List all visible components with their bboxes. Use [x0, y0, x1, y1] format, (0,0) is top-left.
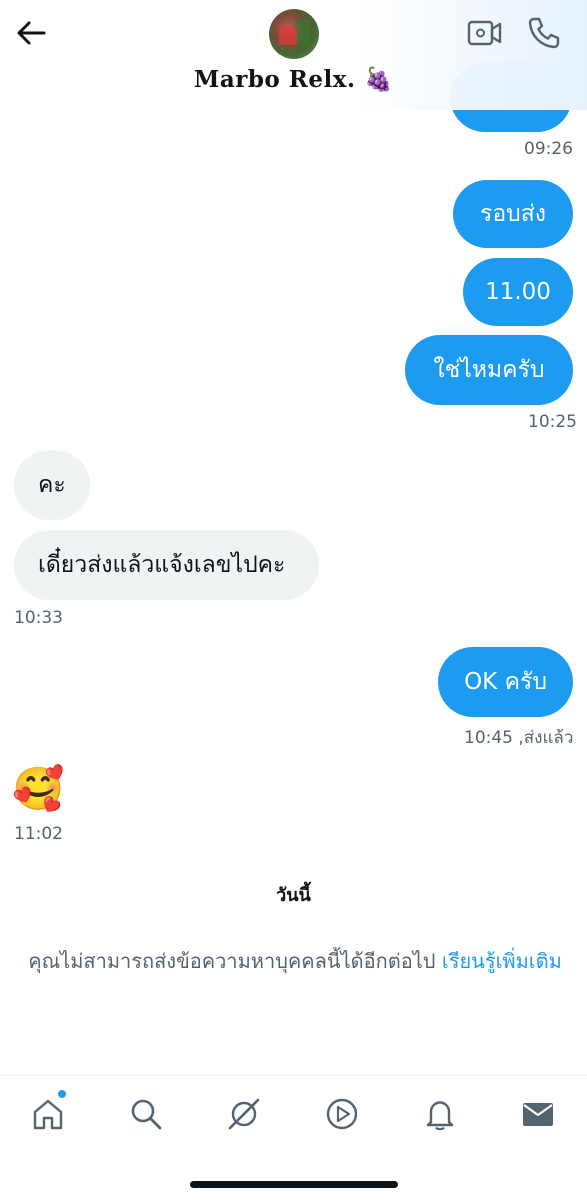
- home-icon: [33, 1099, 63, 1130]
- video-play-icon: [326, 1098, 358, 1130]
- nav-search[interactable]: [126, 1094, 166, 1134]
- date-separator: วันนี้: [276, 885, 311, 906]
- spaces-icon: [228, 1098, 260, 1130]
- sent-message-bubble[interactable]: รอบส่ง: [453, 180, 573, 248]
- video-call-button[interactable]: [466, 16, 504, 50]
- arrow-left-icon: [17, 21, 46, 45]
- conversation-header: Marbo Relx. 🍇: [0, 0, 587, 110]
- message-timestamp: 11:02: [14, 824, 63, 844]
- sent-message-bubble[interactable]: OK ครับ: [438, 647, 573, 717]
- message-status: 10:45 ,ส่งแล้ว: [464, 728, 574, 748]
- nav-home[interactable]: [28, 1094, 68, 1134]
- contact-name[interactable]: Marbo Relx. 🍇: [0, 66, 587, 93]
- voice-call-button[interactable]: [526, 15, 562, 51]
- emoji-message[interactable]: 🥰: [12, 764, 64, 814]
- bell-icon: [426, 1101, 454, 1131]
- conversation-notice: คุณไม่สามารถส่งข้อความหาบุคคลนี้ได้อีกต่…: [10, 944, 580, 978]
- home-indicator: [190, 1181, 398, 1188]
- message-timestamp: 09:26: [524, 139, 573, 159]
- nav-spaces[interactable]: [224, 1094, 264, 1134]
- nav-notifications[interactable]: [420, 1094, 460, 1134]
- learn-more-link[interactable]: เรียนรู้เพิ่มเติม: [442, 949, 562, 973]
- back-button[interactable]: [14, 18, 48, 48]
- message-timestamp: 10:25: [528, 412, 577, 432]
- received-message-bubble[interactable]: คะ: [14, 450, 90, 520]
- phone-icon: [528, 17, 560, 49]
- avatar[interactable]: [269, 9, 319, 59]
- mail-icon: [523, 1103, 553, 1126]
- search-icon: [131, 1099, 162, 1130]
- received-message-bubble[interactable]: เดี๋ยวส่งแล้วแจ้งเลขไปคะ: [14, 530, 319, 600]
- nav-video[interactable]: [322, 1094, 362, 1134]
- video-camera-icon: [467, 20, 502, 46]
- message-timestamp: 10:33: [14, 608, 63, 628]
- sent-message-bubble[interactable]: ใช่ไหมครับ: [405, 335, 573, 405]
- nav-messages[interactable]: [518, 1094, 558, 1134]
- notification-dot: [57, 1089, 67, 1099]
- notice-text: คุณไม่สามารถส่งข้อความหาบุคคลนี้ได้อีกต่…: [28, 949, 442, 973]
- sent-message-bubble[interactable]: 11.00: [463, 258, 573, 326]
